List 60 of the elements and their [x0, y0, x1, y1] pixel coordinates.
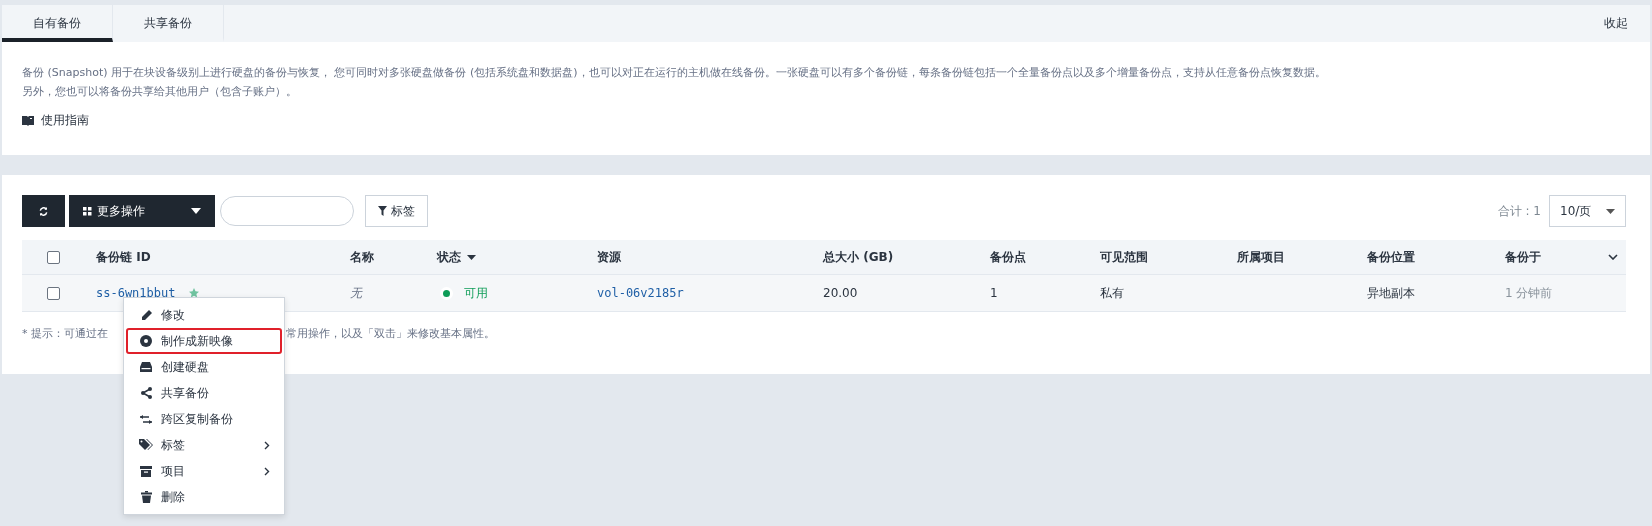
- trash-icon: [140, 491, 152, 503]
- tag-filter-button[interactable]: 标签: [365, 195, 428, 227]
- description-text: 备份 (Snapshot) 用于在块设备级别上进行硬盘的备份与恢复， 您可同时对多张硬盘做备份 (包括系统盘和数据盘)，也可以对正在运行的主机做在线备份。一张硬盘可以有多个备份链，每条备份链包括一个全量备份点以及多个增量备份点，支持从任意备份点恢复数据。: [22, 65, 1327, 81]
- guide-link[interactable]: 使用指南: [22, 113, 89, 128]
- menu-item[interactable]: 制作成新映像: [126, 328, 282, 354]
- menu-item[interactable]: 共享备份: [126, 380, 282, 406]
- column-header: 备份链 ID: [96, 248, 151, 266]
- search-field[interactable]: [220, 196, 354, 226]
- chevron-down-icon[interactable]: [1608, 254, 1618, 260]
- hint-text: 常用操作，以及「双击」来修改基本属性。: [286, 326, 495, 341]
- refresh-icon: [38, 205, 49, 217]
- table-cell: 私有: [1100, 284, 1124, 302]
- column-header: 可见范围: [1100, 248, 1148, 266]
- table-cell: 1: [990, 286, 998, 300]
- menu-item[interactable]: 创建硬盘: [126, 354, 282, 380]
- star-icon[interactable]: [189, 288, 200, 298]
- transfer-icon: [140, 414, 152, 424]
- menu-item[interactable]: 删除: [126, 484, 282, 510]
- hint-text: * 提示：可通过在: [22, 326, 108, 341]
- menu-item[interactable]: 标签: [126, 432, 282, 458]
- column-header: 名称: [350, 248, 374, 266]
- caret-icon: [1606, 208, 1615, 214]
- row-checkbox[interactable]: [46, 286, 60, 300]
- tab[interactable]: 共享备份: [113, 5, 224, 42]
- refresh-button[interactable]: [22, 195, 65, 227]
- column-header: 备份于: [1505, 248, 1541, 266]
- more-actions-dropdown[interactable]: 更多操作: [69, 195, 215, 227]
- column-header: 备份位置: [1367, 248, 1415, 266]
- table-cell: 1 分钟前: [1505, 284, 1553, 302]
- select-all-checkbox[interactable]: [46, 250, 60, 264]
- tab[interactable]: 自有备份: [2, 5, 113, 42]
- menu-item[interactable]: 修改: [126, 302, 282, 328]
- total-count: 合计 : 1: [1497, 202, 1541, 220]
- resource-link[interactable]: vol-06v2185r: [597, 286, 684, 300]
- column-header: 状态: [437, 248, 461, 266]
- description-text: 另外，您也可以将备份共享给其他用户（包含子账户）。: [22, 84, 298, 100]
- filter-icon: [378, 206, 387, 216]
- status-dot: [443, 289, 450, 297]
- column-header: 备份点: [990, 248, 1026, 266]
- table-cell: 无: [350, 284, 362, 302]
- table-cell: 20.00: [823, 286, 858, 300]
- table-cell: 异地副本: [1367, 284, 1415, 302]
- page-size-select[interactable]: 10/页: [1549, 195, 1626, 227]
- sort-caret-icon[interactable]: [467, 254, 476, 260]
- column-header: 总大小 (GB): [823, 248, 894, 266]
- disc-icon: [140, 335, 152, 347]
- archive-box-icon: [140, 465, 152, 477]
- book-icon: [22, 115, 34, 126]
- share-icon: [140, 387, 152, 399]
- collapse-link[interactable]: 收起: [1582, 5, 1650, 42]
- caret-icon: [191, 208, 201, 214]
- backup-id-link[interactable]: ss-6wn1bbut: [96, 286, 176, 300]
- pencil-icon: [140, 309, 152, 321]
- column-header: 资源: [597, 248, 621, 266]
- menu-item[interactable]: 跨区复制备份: [126, 406, 282, 432]
- column-header: 所属项目: [1237, 248, 1285, 266]
- tags-icon: [139, 439, 153, 451]
- table-cell: 可用: [464, 284, 488, 302]
- menu-item[interactable]: 项目: [126, 458, 282, 484]
- grid-icon: [83, 206, 92, 216]
